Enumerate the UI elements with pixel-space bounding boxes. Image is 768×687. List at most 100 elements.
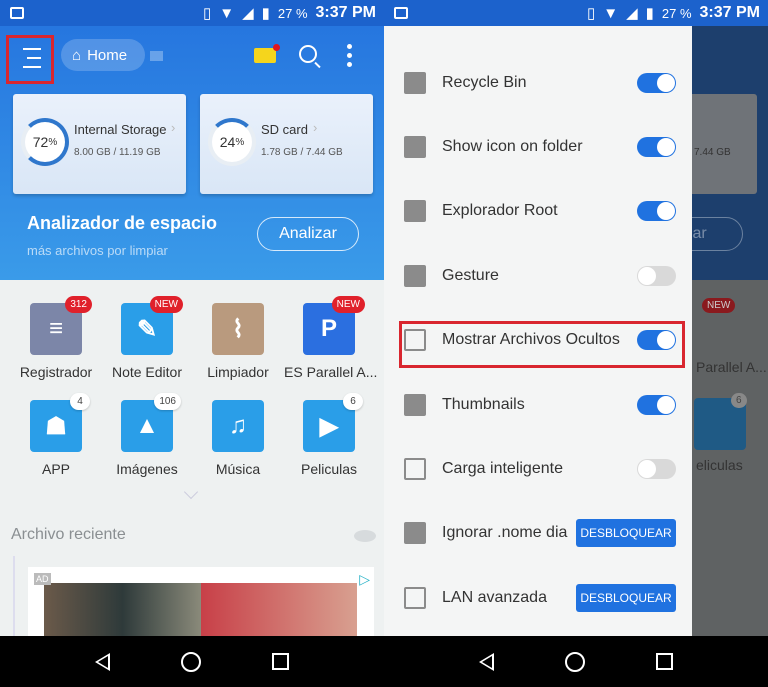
vibrate-icon: ▯ xyxy=(202,5,212,22)
app-label: ES Parallel A... xyxy=(284,364,378,380)
chat-icon[interactable] xyxy=(150,51,163,61)
home-nav-icon[interactable] xyxy=(180,651,201,672)
toggle-switch[interactable] xyxy=(637,137,676,157)
app-label: Registrador xyxy=(19,364,93,380)
app-header: ⌂ Home 72% Internal Storage › 8.00 GB / 1… xyxy=(0,26,384,280)
storage-name: SD card xyxy=(261,122,308,137)
hamburger-line xyxy=(27,57,41,59)
badge: 6 xyxy=(343,393,363,410)
more-options-icon[interactable] xyxy=(347,44,352,71)
setting-label: Recycle Bin xyxy=(442,74,527,91)
dimmed-app-label: Parallel A... xyxy=(696,359,767,375)
setting-row[interactable]: Recycle Bin xyxy=(384,63,692,103)
app-shortcut[interactable]: ☗ 4 APP xyxy=(11,393,101,477)
setting-row[interactable]: Thumbnails xyxy=(384,385,692,425)
app-shortcut[interactable]: ▶ 6 Peliculas xyxy=(284,393,374,477)
home-nav-icon[interactable] xyxy=(564,651,585,672)
recent-files-title: Archivo reciente xyxy=(11,526,126,543)
video-icon: ▶ 6 xyxy=(303,393,363,452)
parallel-app-icon: P NEW xyxy=(303,296,365,355)
app-label: Note Editor xyxy=(111,364,183,380)
home-breadcrumb[interactable]: ⌂ Home xyxy=(61,39,145,71)
setting-label: LAN avanzada xyxy=(442,589,547,606)
usage-ring: 24% xyxy=(208,118,256,166)
setting-row[interactable]: Show icon on folder xyxy=(384,127,692,167)
dimmed-badge: NEW xyxy=(702,298,736,313)
storage-card-internal[interactable]: 72% Internal Storage › 8.00 GB / 11.19 G… xyxy=(13,94,186,194)
setting-row[interactable]: Gesture xyxy=(384,256,692,296)
badge: 4 xyxy=(70,393,90,410)
highlight-box xyxy=(399,321,685,368)
media-search-icon xyxy=(404,522,426,544)
battery-icon: ▮ xyxy=(261,5,270,22)
setting-row[interactable]: Ignorar .nome dia DESBLOQUEAR xyxy=(384,513,692,553)
unlock-button[interactable]: DESBLOQUEAR xyxy=(576,584,676,612)
setting-label: Carga inteligente xyxy=(442,460,563,477)
toggle-switch[interactable] xyxy=(637,266,676,286)
settings-drawer: Recycle Bin Show icon on folder Explorador… xyxy=(384,26,692,636)
app-shortcut[interactable]: ▲ 106 Imágenes xyxy=(102,393,192,477)
setting-row[interactable]: Carga inteligente xyxy=(384,449,692,489)
ad-image xyxy=(44,583,201,643)
app-label: Imágenes xyxy=(116,461,178,477)
setting-row[interactable]: LAN avanzada DESBLOQUEAR xyxy=(384,578,692,618)
back-icon[interactable] xyxy=(479,652,495,671)
chevron-right-icon: › xyxy=(313,120,318,135)
back-icon[interactable] xyxy=(95,652,111,671)
chevron-right-icon: › xyxy=(171,120,176,135)
app-shortcut[interactable]: ♫ Música xyxy=(193,400,283,477)
trash-icon xyxy=(404,72,426,94)
dimmed-badge: 6 xyxy=(731,393,747,408)
gesture-hand-icon xyxy=(404,265,426,287)
chevron-down-icon[interactable] xyxy=(183,484,199,500)
status-bar: ▯ ▼ ◢ ▮ 27 % 3:37 PM xyxy=(0,0,384,26)
setting-row[interactable]: Explorador Root xyxy=(384,191,692,231)
toggle-switch[interactable] xyxy=(637,459,676,479)
wifi-icon: ▼ xyxy=(603,4,619,22)
storage-size: 1.78 GB / 7.44 GB xyxy=(261,147,343,158)
toggle-switch[interactable] xyxy=(637,201,676,221)
ad-banner[interactable]: AD ▷ xyxy=(28,567,374,643)
toggle-switch[interactable] xyxy=(637,395,676,415)
app-shortcut[interactable]: P NEW ES Parallel A... xyxy=(284,296,378,380)
search-icon[interactable] xyxy=(299,45,317,63)
lock-icon xyxy=(404,458,426,480)
app-shortcut[interactable]: ✎ NEW Note Editor xyxy=(102,296,192,380)
clock: 3:37 PM xyxy=(315,4,376,21)
storage-card-sd[interactable]: 24% SD card › 1.78 GB / 7.44 GB xyxy=(200,94,373,194)
storage-name: Internal Storage xyxy=(74,122,167,137)
timeline-line xyxy=(13,556,15,636)
usage-ring: 72% xyxy=(21,118,69,166)
signal-icon: ◢ xyxy=(626,5,638,22)
home-screen: ▯ ▼ ◢ ▮ 27 % 3:37 PM ⌂ Home 72% Internal Stora… xyxy=(0,0,384,687)
badge: NEW xyxy=(149,296,183,313)
home-body: ≡ 312 Registrador ✎ NEW Note Editor ⌇ Limpiador… xyxy=(0,280,384,643)
clock: 3:37 PM xyxy=(699,4,760,21)
recents-icon[interactable] xyxy=(271,653,289,670)
mail-icon[interactable] xyxy=(254,44,280,63)
recents-icon[interactable] xyxy=(655,653,673,670)
image-icon: ▲ 106 xyxy=(121,393,181,452)
battery-percent: 27 % xyxy=(277,5,308,21)
setting-label: Ignorar .nome dia xyxy=(442,524,568,541)
broom-icon: ⌇ xyxy=(212,303,264,355)
dimmed-app-label: eliculas xyxy=(696,457,743,473)
adchoices-icon[interactable]: ▷ xyxy=(359,571,370,588)
app-label: Limpiador xyxy=(207,364,269,380)
app-shortcut[interactable]: ≡ 312 Registrador xyxy=(11,296,101,380)
app-shortcut[interactable]: ⌇ Limpiador xyxy=(193,303,283,380)
folder-eye-icon xyxy=(404,136,426,158)
analyzer-title: Analizador de espacio xyxy=(27,213,218,233)
navigation-bar xyxy=(0,636,384,687)
gallery-notification-icon xyxy=(10,7,24,19)
note-edit-icon: ✎ NEW xyxy=(121,296,183,355)
toggle-switch[interactable] xyxy=(637,73,676,93)
unlock-button[interactable]: DESBLOQUEAR xyxy=(576,519,676,547)
setting-label: Show icon on folder xyxy=(442,138,583,155)
analyze-button[interactable]: Analizar xyxy=(257,217,359,251)
layers-clock-icon: ≡ 312 xyxy=(30,296,92,355)
setting-label: Thumbnails xyxy=(442,396,525,413)
eye-icon[interactable] xyxy=(354,530,376,542)
thumbnail-icon xyxy=(404,394,426,416)
menu-button[interactable] xyxy=(6,35,54,84)
